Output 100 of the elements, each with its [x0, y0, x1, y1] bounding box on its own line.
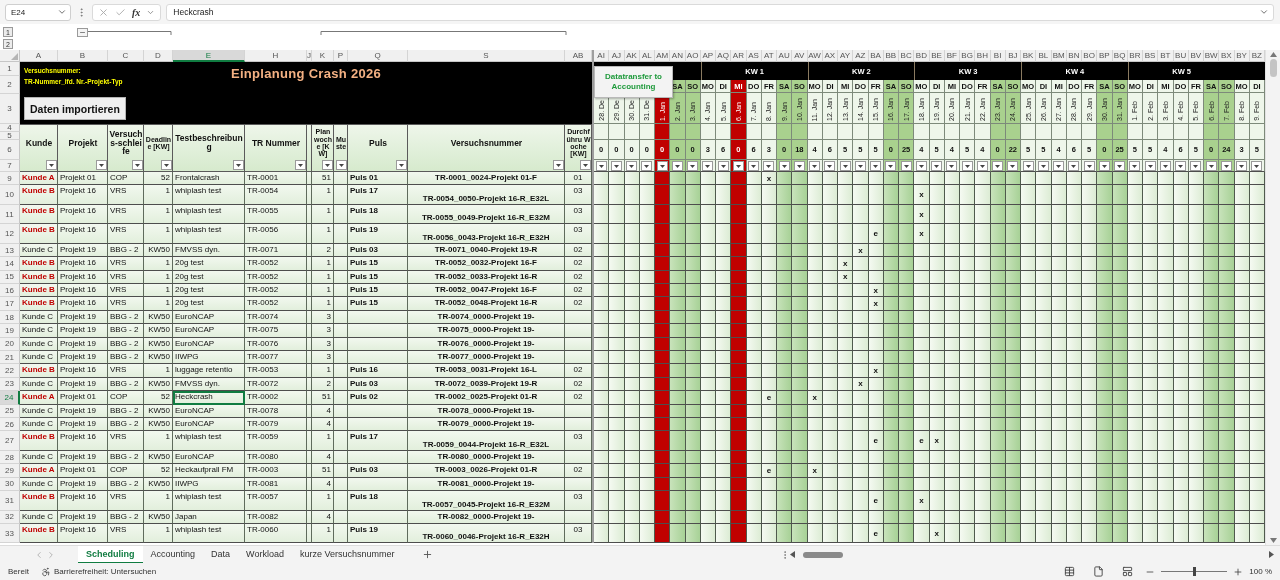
column-header[interactable]: AZ — [853, 50, 869, 62]
row-header[interactable]: 33 — [0, 523, 20, 544]
column-header[interactable]: AV — [792, 50, 808, 62]
row-header[interactable]: 12 — [0, 224, 20, 244]
row-header[interactable]: 29 — [0, 464, 20, 478]
table-cell: Kunde B — [20, 431, 58, 451]
column-header[interactable]: K — [312, 50, 334, 62]
column-header[interactable]: BG — [960, 50, 976, 62]
column-header[interactable]: E — [173, 50, 245, 62]
row-header[interactable]: 27 — [0, 431, 20, 451]
column-header[interactable]: AQ — [716, 50, 732, 62]
table-cell: 03 — [565, 431, 592, 451]
column-header[interactable]: BX — [1219, 50, 1235, 62]
row-header[interactable]: 3 — [0, 94, 20, 124]
row-header[interactable]: 10 — [0, 185, 20, 205]
table-cell: 3 — [312, 324, 334, 338]
table-cell: TR-0055 — [245, 204, 307, 225]
table-cell: VRS — [108, 224, 144, 244]
row-header[interactable]: 22 — [0, 364, 20, 378]
table-cell: 02 — [565, 391, 592, 405]
column-header[interactable]: BC — [899, 50, 915, 62]
column-header[interactable]: AM — [655, 50, 671, 62]
column-header[interactable]: BL — [1036, 50, 1052, 62]
table-cell: whiplash test — [173, 204, 245, 225]
sheet-tab[interactable]: Accounting — [142, 545, 204, 564]
table-cell: Projekt 19 — [58, 351, 108, 365]
column-header[interactable]: AJ — [609, 50, 625, 62]
row-header[interactable]: 24 — [0, 391, 20, 405]
column-header[interactable]: D — [144, 50, 173, 62]
row-header[interactable]: 9 — [0, 172, 20, 186]
row-header[interactable]: 21 — [0, 351, 20, 365]
table-cell: Projekt 16 — [58, 185, 108, 205]
row-header[interactable]: 16 — [0, 284, 20, 298]
row-header[interactable]: 4 — [0, 124, 20, 132]
column-header[interactable]: BW — [1204, 50, 1220, 62]
column-header[interactable]: BT — [1158, 50, 1174, 62]
table-cell: IIWPG — [173, 351, 245, 365]
table-cell: VRS — [108, 284, 144, 298]
column-header[interactable]: B — [58, 50, 108, 62]
table-cell: Kunde A — [20, 464, 58, 478]
table-cell: whiplash test — [173, 523, 245, 544]
zoom-level[interactable]: 100 % — [1249, 567, 1272, 576]
row-header[interactable]: 1 — [0, 62, 20, 76]
table-cell: Puls 01 — [348, 172, 408, 186]
row-header[interactable]: 7 — [0, 160, 20, 172]
table-cell: Kunde B — [20, 204, 58, 225]
table-cell: EuroNCAP — [173, 324, 245, 338]
column-header[interactable]: BP — [1097, 50, 1113, 62]
table-cell: TR-0001_0024-Projekt 01-F — [408, 172, 565, 186]
table-cell: Puls 15 — [348, 257, 408, 271]
table-cell: 02 — [565, 257, 592, 271]
table-cell: KW50 — [144, 351, 173, 365]
insert-function-button[interactable]: fx — [132, 6, 141, 18]
name-box[interactable]: E24 — [5, 3, 71, 21]
accessibility-button[interactable]: Barrierefreiheit: Untersuchen — [40, 566, 157, 577]
column-header[interactable]: BO — [1082, 50, 1098, 62]
column-header[interactable]: BH — [975, 50, 991, 62]
column-header[interactable]: AR — [731, 50, 747, 62]
table-cell: 1 — [144, 364, 173, 378]
column-header[interactable]: H — [245, 50, 307, 62]
column-header[interactable]: Q — [348, 50, 408, 62]
row-header[interactable]: 11 — [0, 204, 20, 225]
column-header[interactable]: BK — [1021, 50, 1037, 62]
column-header[interactable]: BD — [914, 50, 930, 62]
sheet-tab[interactable]: kurze Versuchsnummer — [291, 545, 403, 564]
column-header[interactable]: AI — [594, 50, 610, 62]
table-cell: COP — [108, 464, 144, 478]
table-cell: whiplash test — [173, 224, 245, 244]
column-header[interactable]: AY — [838, 50, 854, 62]
sheet-tab[interactable]: Data — [203, 545, 239, 564]
column-header[interactable]: AU — [777, 50, 793, 62]
sheet-tab[interactable]: Workload — [238, 545, 292, 564]
table-cell: TR-0077 — [245, 351, 307, 365]
table-cell: 1 — [312, 204, 334, 225]
column-title: Testbeschreibung — [174, 132, 244, 154]
row-header[interactable]: 2 — [0, 76, 20, 94]
table-cell: TR-0057 — [245, 491, 307, 511]
table-cell: Puls 18 — [348, 491, 408, 511]
table-cell: Projekt 16 — [58, 431, 108, 451]
formula-field[interactable]: Heckcrash — [166, 3, 1274, 21]
table-cell: Projekt 16 — [58, 523, 108, 544]
table-cell: 20g test — [173, 297, 245, 311]
column-header[interactable]: P — [334, 50, 348, 62]
row-header[interactable]: 19 — [0, 324, 20, 338]
table-cell: Kunde B — [20, 284, 58, 298]
row-header[interactable]: 14 — [0, 257, 20, 271]
sheet-tab[interactable]: Scheduling — [78, 545, 143, 564]
column-header[interactable]: AN — [670, 50, 686, 62]
column-header[interactable]: A — [20, 50, 58, 62]
column-header[interactable]: C — [108, 50, 144, 62]
column-header[interactable]: BS — [1143, 50, 1159, 62]
table-cell: BBG - 2 — [108, 324, 144, 338]
table-cell: TR-0075 — [245, 324, 307, 338]
column-header[interactable]: S — [408, 50, 565, 62]
row-header[interactable]: 17 — [0, 297, 20, 311]
column-header[interactable]: AB — [565, 50, 592, 62]
import-button[interactable]: Daten importieren — [24, 97, 126, 120]
row-header[interactable]: 6 — [0, 140, 20, 160]
table-cell: TR-0052_0032-Projekt 16-F — [408, 257, 565, 271]
row-header[interactable]: 31 — [0, 491, 20, 511]
